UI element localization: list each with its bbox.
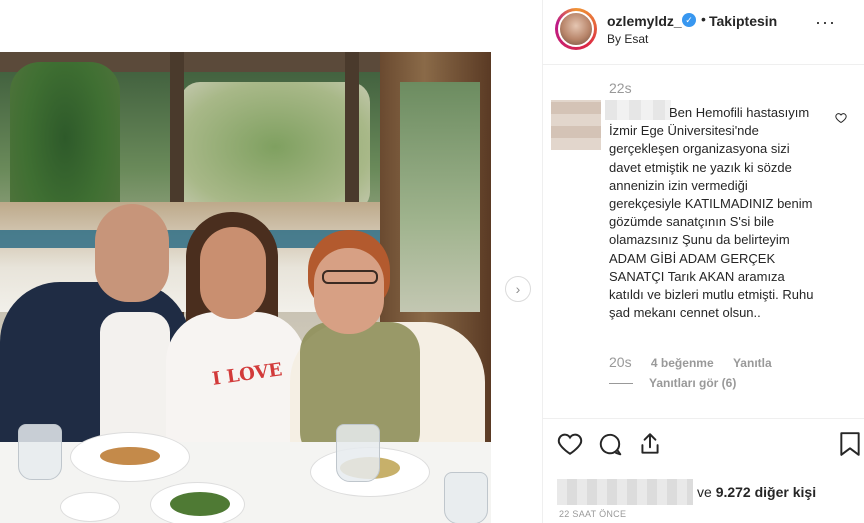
comment-icon: [599, 433, 622, 456]
older-woman-head: [314, 248, 384, 334]
heart-icon: [557, 433, 583, 455]
commenter-avatar[interactable]: [551, 100, 601, 150]
byline[interactable]: By Esat: [607, 32, 648, 46]
post-photo[interactable]: I LOVE: [0, 52, 491, 523]
glasses: [322, 270, 378, 284]
post-actions: ve 9.272 diğer kişi 22 SAAT ÖNCE: [543, 418, 864, 523]
likes-count[interactable]: 9.272 diğer kişi: [716, 484, 816, 500]
water-glass: [444, 472, 488, 523]
liker-names-blurred[interactable]: [557, 479, 693, 505]
comment-meta: 20s 4 beğenme Yanıtla: [609, 354, 788, 370]
water-glass: [18, 424, 62, 480]
post-side-panel: ozlemyldz_ ✓ • Takiptesin By Esat ··· 22…: [542, 0, 864, 523]
comment-likes[interactable]: 4 beğenme: [651, 356, 714, 370]
woman-head: [200, 227, 266, 319]
following-button[interactable]: Takiptesin: [709, 13, 777, 29]
divider: [609, 382, 633, 384]
water-glass: [336, 424, 380, 482]
comments-section: 22s Ben Hemofili hastasıyım İzmir Ege Ün…: [543, 66, 864, 416]
comment-like-button[interactable]: [835, 112, 847, 127]
plate: [60, 492, 120, 522]
comment-timestamp-top: 22s: [609, 80, 632, 96]
view-replies-button[interactable]: Yanıtları gör (6): [609, 376, 736, 390]
man-head: [95, 204, 169, 302]
heart-icon: [835, 113, 847, 124]
like-button[interactable]: [557, 431, 583, 457]
view-replies-label: Yanıtları gör (6): [649, 376, 737, 390]
post-time-ago[interactable]: 22 SAAT ÖNCE: [559, 509, 626, 519]
comment-button[interactable]: [597, 431, 623, 457]
bookmark-icon: [840, 432, 860, 456]
likes-prefix: ve: [697, 484, 712, 500]
trees: [180, 82, 370, 212]
avatar: [558, 11, 594, 47]
more-options-icon[interactable]: ···: [815, 12, 836, 33]
chevron-right-icon: ›: [515, 281, 521, 297]
likes-summary[interactable]: ve 9.272 diğer kişi: [557, 479, 816, 505]
verified-badge-icon: ✓: [682, 13, 696, 27]
reply-button[interactable]: Yanıtla: [733, 356, 772, 370]
salad: [170, 492, 230, 516]
next-photo-button[interactable]: ›: [505, 276, 531, 302]
share-icon: [641, 433, 659, 454]
share-button[interactable]: [637, 431, 663, 457]
post-header: ozlemyldz_ ✓ • Takiptesin By Esat ···: [543, 0, 864, 65]
separator: •: [701, 11, 706, 27]
save-button[interactable]: [839, 431, 864, 457]
username-link[interactable]: ozlemyldz_: [607, 13, 682, 29]
avatar-story-ring[interactable]: [555, 8, 597, 50]
food: [100, 447, 160, 465]
comment-text: Ben Hemofili hastasıyım İzmir Ege Üniver…: [609, 105, 814, 321]
comment-time: 20s: [609, 354, 632, 370]
